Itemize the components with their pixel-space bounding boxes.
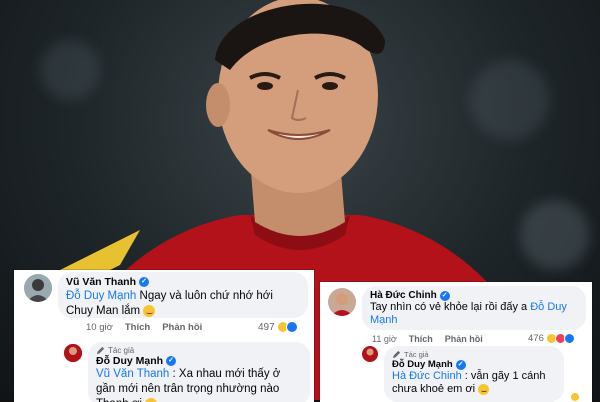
smile-emoji-icon [478, 383, 490, 395]
mention-link[interactable]: Vũ Văn Thanh [96, 368, 169, 380]
comment-time[interactable]: 10 giờ [86, 322, 113, 333]
avatar[interactable] [24, 274, 52, 302]
like-button[interactable]: Thích [125, 322, 150, 333]
comment-time[interactable]: 11 giờ [372, 334, 397, 344]
reply-bubble: Tác giả Đỗ Duy Mạnh ✓ Hà Đức Chinh : vẫn… [384, 346, 564, 402]
avatar[interactable] [64, 344, 82, 362]
mention-link[interactable]: Hà Đức Chinh [392, 370, 462, 382]
reply-button[interactable]: Phản hồi [445, 334, 483, 344]
verified-icon: ✓ [455, 359, 466, 370]
verified-icon: ✓ [439, 290, 450, 301]
comment-author[interactable]: Vũ Văn Thanh [66, 276, 136, 288]
comment-card-left: Vũ Văn Thanh ✓ Đỗ Duy Mạnh Ngay và luôn … [14, 270, 314, 402]
reaction-summary[interactable]: 497 [258, 321, 298, 333]
comment-author[interactable]: Hà Đức Chinh [370, 290, 437, 301]
avatar[interactable] [362, 346, 378, 362]
comment-card-right: Hà Đức Chinh ✓ Tay nhìn có vẻ khỏe lại r… [320, 282, 592, 402]
author-tag: Tác giả [392, 350, 556, 359]
author-tag-label: Tác giả [404, 350, 429, 359]
comment-bubble: Hà Đức Chinh ✓ Tay nhìn có vẻ khỏe lại r… [362, 286, 586, 330]
like-reaction-icon [285, 321, 298, 333]
reply-reactions[interactable] [570, 392, 580, 402]
avatar-icon [64, 344, 82, 362]
pen-icon [392, 350, 401, 359]
comment-actions: 11 giờ Thích Phản hồi [372, 334, 483, 344]
reply-button[interactable]: Phản hồi [162, 322, 202, 333]
comment-bubble: Vũ Văn Thanh ✓ Đỗ Duy Mạnh Ngay và luôn … [58, 272, 308, 318]
author-tag-label: Tác giả [108, 346, 135, 355]
laughing-emoji-icon [143, 304, 156, 317]
comment-actions: 10 giờ Thích Phản hồi [86, 322, 202, 333]
avatar-icon [24, 274, 52, 302]
verified-icon: ✓ [166, 356, 177, 366]
haha-reaction-icon [570, 392, 580, 402]
reaction-count: 497 [258, 321, 275, 333]
author-tag: Tác giả [96, 346, 302, 355]
mention-link[interactable]: Đỗ Duy Mạnh [66, 290, 136, 302]
avatar-icon [362, 346, 378, 362]
pen-icon [96, 346, 105, 355]
avatar-icon [328, 288, 356, 316]
like-reaction-icon [563, 333, 575, 344]
comment-text: Tay nhìn có vẻ khỏe lại rồi đấy a [370, 301, 528, 313]
reply-author[interactable]: Đỗ Duy Mạnh [392, 359, 453, 370]
reply-bubble: Tác giả Đỗ Duy Mạnh ✓ Vũ Văn Thanh : Xa … [88, 342, 310, 402]
reaction-count: 476 [528, 333, 544, 344]
reaction-summary[interactable]: 476 [528, 333, 575, 344]
avatar[interactable] [328, 288, 356, 316]
reply-author[interactable]: Đỗ Duy Mạnh [96, 355, 163, 367]
verified-icon: ✓ [139, 277, 150, 287]
like-button[interactable]: Thích [409, 334, 433, 344]
